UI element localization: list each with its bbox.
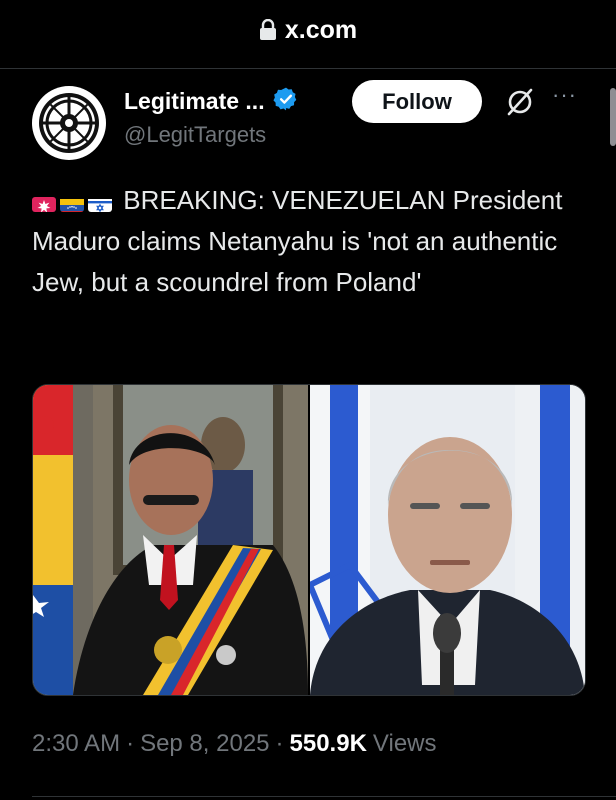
divider — [0, 68, 616, 69]
photo-of-man-in-front-of-flags[interactable] — [310, 385, 585, 695]
tweet-header: Legitimate ... @LegitTargets Follow ··· — [32, 80, 592, 160]
url-text: x.com — [284, 15, 358, 44]
grok-icon[interactable] — [502, 84, 538, 120]
tweet-meta: 2:30 AM · Sep 8, 2025 · 550.9K Views — [32, 730, 437, 758]
author-name[interactable]: Legitimate ... — [124, 88, 265, 115]
views-count[interactable]: 550.9K — [290, 730, 367, 758]
avatar-logo-icon — [39, 93, 99, 153]
photo-of-man-with-presidential-sash[interactable] — [33, 385, 308, 695]
divider — [32, 796, 616, 797]
tweet-time[interactable]: 2:30 AM — [32, 730, 120, 758]
israel-flag-emoji — [88, 190, 112, 212]
venezuela-flag-emoji — [60, 190, 84, 212]
author-name-row[interactable]: Legitimate ... — [124, 86, 299, 117]
address-bar[interactable]: x.com — [0, 0, 616, 68]
author-handle[interactable]: @LegitTargets — [124, 122, 266, 148]
more-options-button[interactable]: ··· — [552, 82, 577, 108]
views-label[interactable]: Views — [373, 730, 437, 758]
separator: · — [126, 730, 135, 757]
scrollbar[interactable] — [610, 88, 616, 146]
lock-icon — [259, 18, 277, 41]
url-display[interactable]: x.com — [259, 16, 357, 45]
avatar[interactable] — [32, 86, 106, 160]
follow-button[interactable]: Follow — [352, 80, 482, 123]
rotating-light-emoji — [32, 190, 56, 212]
separator: · — [275, 730, 284, 757]
tweet-media[interactable] — [32, 384, 586, 696]
tweet-date[interactable]: Sep 8, 2025 — [140, 730, 269, 758]
verified-badge-icon[interactable] — [273, 86, 299, 117]
tweet-text: BREAKING: VENEZUELAN President Maduro cl… — [32, 180, 592, 303]
